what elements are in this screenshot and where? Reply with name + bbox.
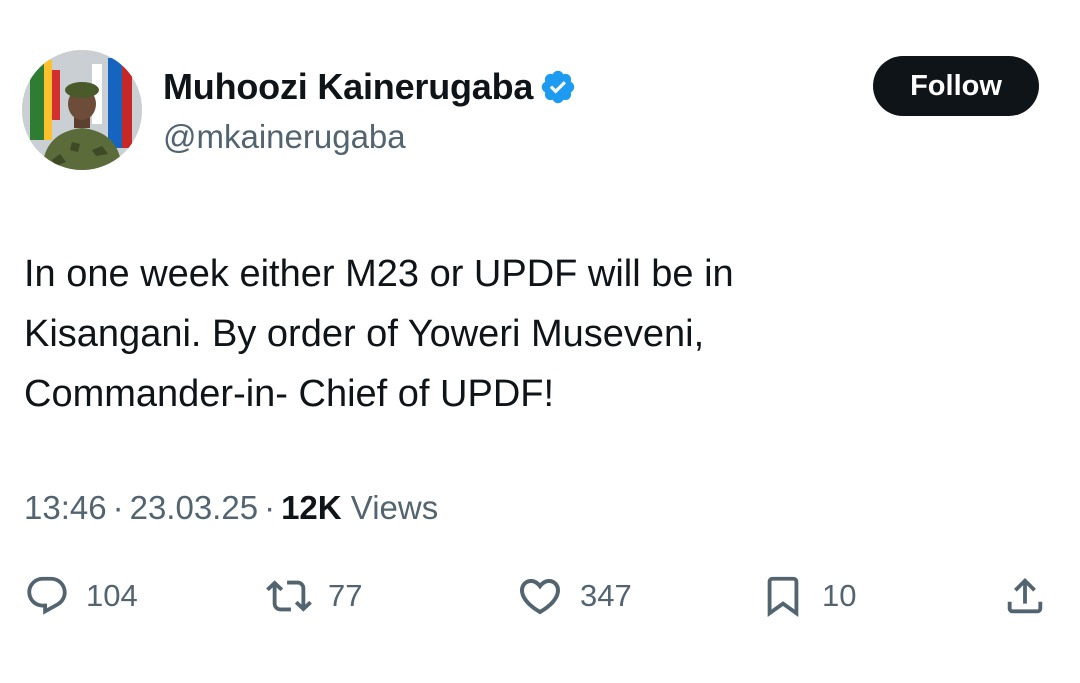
like-count: 347 <box>580 578 632 613</box>
tweet-meta: 13:46 · 23.03.25 · 12K Views <box>24 486 438 530</box>
tweet-text-line: Kisangani. By order of Yoweri Museveni, <box>24 313 705 355</box>
reply-count: 104 <box>86 578 138 613</box>
share-button[interactable] <box>1002 570 1048 622</box>
author-handle[interactable]: @mkainerugaba <box>163 116 406 158</box>
tweet-text-line: Commander-in- Chief of UPDF! <box>24 373 555 415</box>
verified-badge-icon <box>539 68 577 106</box>
tweet-text: In one week either M23 or UPDF will be i… <box>24 244 1044 424</box>
reply-button[interactable]: 104 <box>24 570 138 622</box>
views-count: 12K <box>281 489 342 526</box>
views-label: Views <box>350 489 439 526</box>
repost-icon <box>266 580 312 612</box>
bookmark-icon <box>767 576 799 617</box>
share-icon <box>1007 577 1043 614</box>
heart-icon <box>519 579 561 615</box>
tweet-date[interactable]: 23.03.25 <box>130 489 258 526</box>
tweet-time[interactable]: 13:46 <box>24 489 107 526</box>
author-display-name[interactable]: Muhoozi Kainerugaba <box>163 64 533 110</box>
repost-button[interactable]: 77 <box>266 570 362 622</box>
bookmark-count: 10 <box>822 578 857 613</box>
repost-count: 77 <box>328 578 363 613</box>
meta-separator: · <box>112 489 124 526</box>
bookmark-button[interactable]: 10 <box>760 570 856 622</box>
meta-separator: · <box>264 489 276 526</box>
profile-photo <box>22 50 142 170</box>
avatar[interactable] <box>22 50 142 170</box>
tweet-text-line: In one week either M23 or UPDF will be i… <box>24 253 734 295</box>
author-name-row[interactable]: Muhoozi Kainerugaba <box>163 64 577 110</box>
follow-button[interactable]: Follow <box>873 56 1039 116</box>
reply-icon <box>27 576 67 615</box>
like-button[interactable]: 347 <box>516 570 632 622</box>
